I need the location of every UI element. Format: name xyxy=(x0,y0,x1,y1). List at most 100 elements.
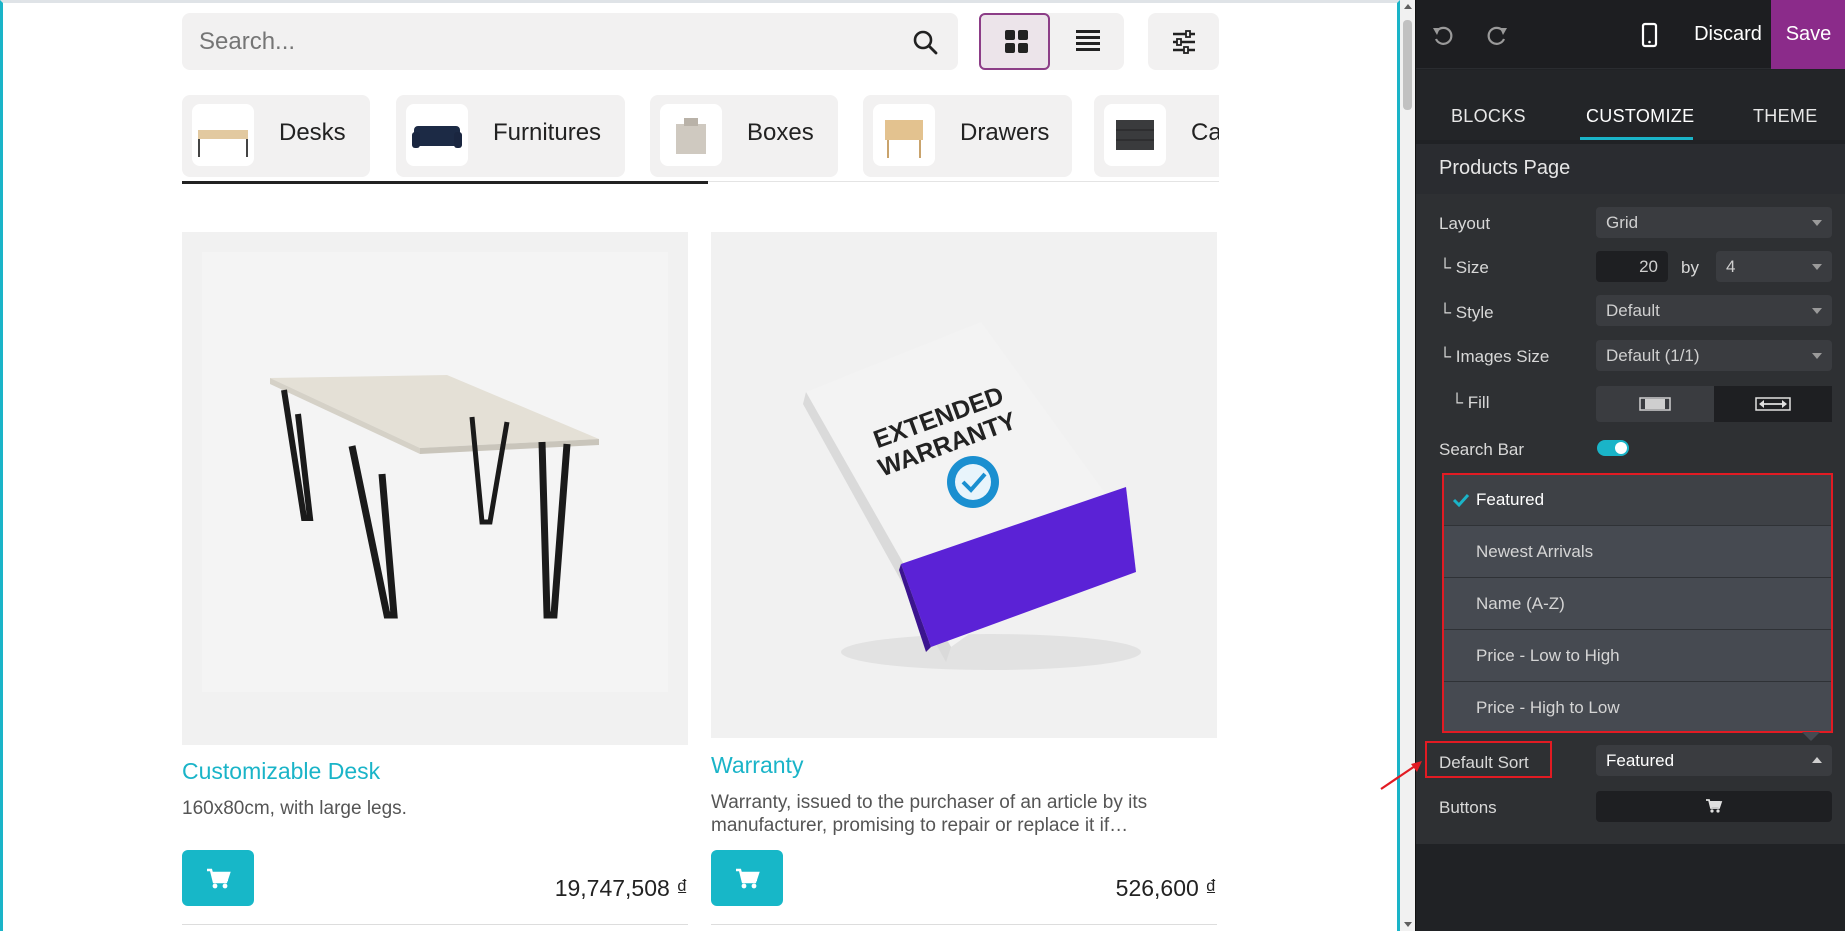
options-body: Layout Grid └ Size 20 by 4 └ Style Defau… xyxy=(1416,194,1845,844)
chevron-up-icon xyxy=(1812,757,1822,763)
category-cabinets[interactable]: Ca xyxy=(1094,95,1219,177)
add-to-cart-button[interactable] xyxy=(182,850,254,906)
tab-customize[interactable]: CUSTOMIZE xyxy=(1586,106,1694,127)
grid-view-button[interactable] xyxy=(979,13,1050,70)
sort-option-featured[interactable]: Featured xyxy=(1444,475,1831,526)
add-to-cart-button[interactable] xyxy=(711,850,783,906)
editor-panel: Discard Save BLOCKS CUSTOMIZE THEME Prod… xyxy=(1415,0,1845,931)
images-size-select[interactable]: Default (1/1) xyxy=(1596,340,1832,371)
check-icon xyxy=(1452,493,1470,508)
product-name[interactable]: Warranty xyxy=(711,752,803,779)
scroll-up-icon[interactable] xyxy=(1404,4,1412,9)
image-cover-icon xyxy=(1755,397,1791,411)
tab-theme[interactable]: THEME xyxy=(1753,106,1818,127)
sort-dropdown-menu: Featured Newest Arrivals Name (A-Z) Pric… xyxy=(1442,473,1833,733)
undo-icon[interactable] xyxy=(1430,22,1456,48)
category-furnitures[interactable]: Furnitures xyxy=(396,95,625,177)
product-price: 19,747,508 ₫ xyxy=(554,875,688,901)
chevron-down-icon xyxy=(1812,264,1822,270)
search-bar-toggle[interactable] xyxy=(1597,440,1629,456)
cart-icon xyxy=(1706,799,1723,813)
search-bar xyxy=(182,13,958,70)
sort-option-price-asc[interactable]: Price - Low to High xyxy=(1444,631,1831,682)
category-label: Ca xyxy=(1191,119,1219,146)
layout-label: Layout xyxy=(1439,214,1491,233)
toggle-knob xyxy=(1615,442,1627,454)
category-drawers[interactable]: Drawers xyxy=(863,95,1072,177)
scroll-down-icon[interactable] xyxy=(1404,922,1412,927)
desk-thumbnail xyxy=(192,104,254,166)
search-icon[interactable] xyxy=(912,29,938,55)
drawer-thumbnail xyxy=(873,104,935,166)
layout-select[interactable]: Grid xyxy=(1596,207,1832,238)
category-label: Desks xyxy=(279,119,346,146)
save-button[interactable]: Save xyxy=(1771,0,1845,69)
sort-option-label: Featured xyxy=(1476,490,1545,509)
layout-value: Grid xyxy=(1606,213,1639,232)
editor-tabs: BLOCKS CUSTOMIZE THEME xyxy=(1416,70,1845,140)
sort-option-price-desc[interactable]: Price - High to Low xyxy=(1444,683,1831,734)
website-preview: Desks Furnitures Boxes Drawers xyxy=(0,0,1400,931)
annotation-arrow-icon xyxy=(1380,761,1422,790)
category-desks[interactable]: Desks xyxy=(182,95,370,177)
product-card: EXTENDED WARRANTY Warranty Warranty, iss… xyxy=(711,232,1217,931)
sort-option-label: Price - Low to High xyxy=(1476,646,1620,665)
sort-option-name[interactable]: Name (A-Z) xyxy=(1444,579,1831,630)
image-contain-icon xyxy=(1639,397,1671,411)
sort-option-label: Price - High to Low xyxy=(1476,698,1620,717)
list-view-button[interactable] xyxy=(1051,13,1124,70)
desk-photo[interactable] xyxy=(182,232,688,745)
scrollbar-thumb[interactable] xyxy=(1403,20,1412,110)
filter-button[interactable] xyxy=(1148,13,1219,70)
category-carousel: Desks Furnitures Boxes Drawers Ca xyxy=(182,93,1219,185)
style-value: Default xyxy=(1606,301,1660,320)
chevron-down-icon xyxy=(1812,220,1822,226)
editor-toolbar: Discard Save xyxy=(1416,0,1845,69)
tab-blocks[interactable]: BLOCKS xyxy=(1451,106,1526,127)
size-by-label: by xyxy=(1681,258,1699,277)
sort-option-label: Newest Arrivals xyxy=(1476,542,1594,561)
product-name[interactable]: Customizable Desk xyxy=(182,758,380,785)
sort-option-newest[interactable]: Newest Arrivals xyxy=(1444,527,1831,578)
fill-contain-option[interactable] xyxy=(1596,386,1714,422)
default-sort-select[interactable]: Featured xyxy=(1596,745,1832,776)
divider xyxy=(182,924,688,925)
chevron-down-icon xyxy=(1812,353,1822,359)
buttons-option[interactable] xyxy=(1596,791,1832,822)
chevron-down-icon xyxy=(1812,308,1822,314)
category-scroll-indicator[interactable] xyxy=(182,181,708,184)
product-description: Warranty, issued to the purchaser of an … xyxy=(711,792,1148,836)
images-size-value: Default (1/1) xyxy=(1606,346,1700,365)
grid-icon xyxy=(1005,30,1028,53)
category-boxes[interactable]: Boxes xyxy=(650,95,838,177)
images-size-label: └ Images Size xyxy=(1439,347,1550,366)
discard-button[interactable]: Discard xyxy=(1678,0,1778,69)
size-columns-select[interactable]: 4 xyxy=(1716,251,1832,282)
sofa-thumbnail xyxy=(406,104,468,166)
style-select[interactable]: Default xyxy=(1596,295,1832,326)
category-label: Furnitures xyxy=(493,119,602,146)
product-description: 160x80cm, with large legs. xyxy=(182,798,407,819)
dropdown-pointer xyxy=(1802,732,1820,741)
fill-cover-option[interactable] xyxy=(1714,386,1832,422)
cart-icon xyxy=(736,868,760,889)
cabinet-thumbnail xyxy=(1104,104,1166,166)
cart-icon xyxy=(207,868,231,889)
mobile-preview-icon[interactable] xyxy=(1634,20,1664,50)
size-label: └ Size xyxy=(1439,258,1489,277)
list-icon xyxy=(1076,30,1100,51)
sort-option-label: Name (A-Z) xyxy=(1476,594,1565,613)
warranty-box-photo[interactable]: EXTENDED WARRANTY xyxy=(711,232,1217,738)
section-header: Products Page xyxy=(1416,144,1845,194)
box-thumbnail xyxy=(660,104,722,166)
size-rows-input[interactable]: 20 xyxy=(1596,251,1668,282)
category-label: Boxes xyxy=(747,119,814,146)
section-title: Products Page xyxy=(1439,157,1571,179)
divider xyxy=(711,924,1217,925)
size-columns-value: 4 xyxy=(1726,257,1736,276)
style-label: └ Style xyxy=(1439,303,1494,322)
product-price: 526,600 ₫ xyxy=(1115,875,1217,901)
product-card: Customizable Desk 160x80cm, with large l… xyxy=(182,232,688,931)
search-input[interactable] xyxy=(199,13,879,70)
redo-icon[interactable] xyxy=(1484,22,1510,48)
